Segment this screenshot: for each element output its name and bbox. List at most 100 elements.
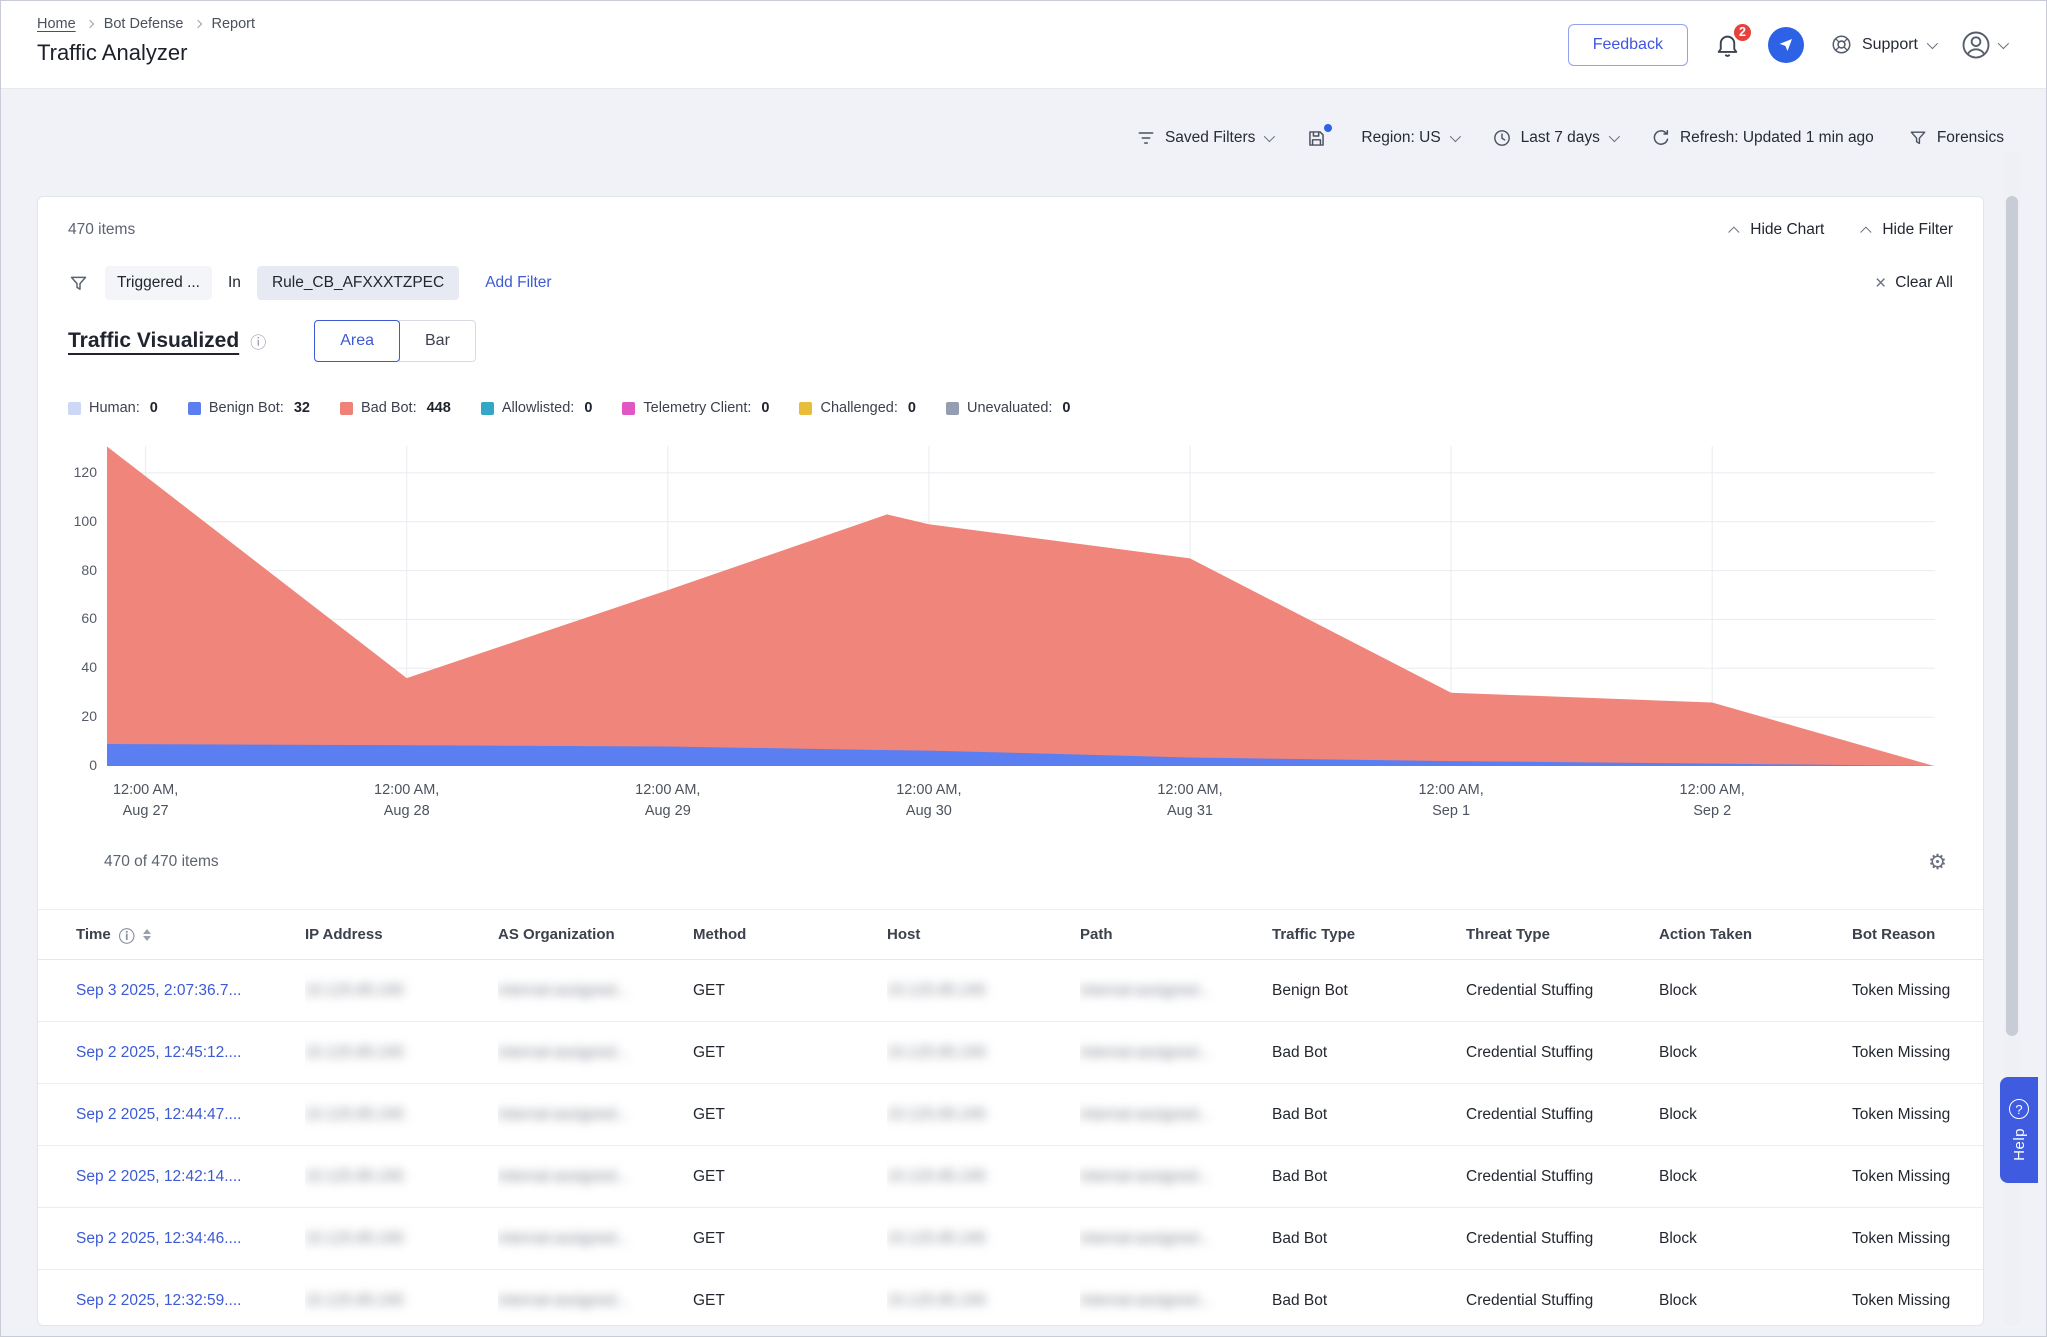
- support-icon: [1830, 33, 1853, 56]
- cell-ip: 10.125.85.245: [305, 1208, 498, 1270]
- ip-value: 10.125.85.245: [305, 1230, 404, 1247]
- time-value[interactable]: Sep 3 2025, 2:07:36.7...: [76, 982, 241, 999]
- info-icon[interactable]: ⓘ: [119, 923, 135, 947]
- cell-traffic_type: Bad Bot: [1272, 1270, 1466, 1327]
- column-label: IP Address: [305, 926, 383, 943]
- column-header-time[interactable]: Timeⓘ: [38, 910, 305, 960]
- forensics-button[interactable]: Forensics: [1908, 128, 2004, 148]
- cell-ip: 10.125.85.245: [305, 1270, 498, 1327]
- region-selector[interactable]: Region: US: [1361, 129, 1457, 147]
- cell-action_taken: Block: [1659, 1022, 1852, 1084]
- legend-item[interactable]: Unevaluated: 0: [946, 400, 1071, 416]
- column-header-path: Path: [1080, 910, 1272, 960]
- cell-path: internal-assigned...: [1080, 1022, 1272, 1084]
- cell-bot_reason: Token Missing: [1852, 960, 1983, 1022]
- scrollbar-thumb[interactable]: [2006, 196, 2018, 1036]
- legend-count: 0: [908, 400, 916, 416]
- add-filter-link[interactable]: Add Filter: [485, 274, 551, 292]
- filter-field-chip[interactable]: Triggered ...: [105, 266, 212, 300]
- info-icon[interactable]: ⓘ: [250, 329, 266, 353]
- legend-item[interactable]: Challenged: 0: [799, 400, 915, 416]
- cell-traffic_type: Benign Bot: [1272, 960, 1466, 1022]
- action_taken-value: Block: [1659, 1044, 1697, 1061]
- header-right: Feedback 2 Support: [1568, 1, 2006, 88]
- method-value: GET: [693, 1292, 725, 1309]
- hide-filter-button[interactable]: Hide Filter: [1864, 221, 1953, 239]
- chart-plot[interactable]: [107, 446, 1935, 766]
- legend-item[interactable]: Allowlisted: 0: [481, 400, 593, 416]
- threat_type-value: Credential Stuffing: [1466, 1044, 1593, 1061]
- x-axis-label: 12:00 AM, Aug 28: [322, 780, 492, 822]
- region-label: Region: US: [1361, 129, 1440, 147]
- refresh-label: Refresh: Updated 1 min ago: [1680, 129, 1874, 147]
- legend-item[interactable]: Bad Bot: 448: [340, 400, 451, 416]
- threat_type-value: Credential Stuffing: [1466, 1106, 1593, 1123]
- support-menu[interactable]: Support: [1830, 33, 1935, 56]
- feedback-button[interactable]: Feedback: [1568, 24, 1688, 66]
- table-row: Sep 2 2025, 12:34:46.... 10.125.85.245 int…: [38, 1208, 1983, 1270]
- time-range-label: Last 7 days: [1521, 129, 1600, 147]
- cell-method: GET: [693, 960, 887, 1022]
- help-tab[interactable]: ? Help: [2000, 1077, 2038, 1183]
- time-value[interactable]: Sep 2 2025, 12:44:47....: [76, 1106, 241, 1123]
- legend-item[interactable]: Telemetry Client: 0: [622, 400, 769, 416]
- legend-swatch: [799, 402, 812, 415]
- view-toggle-area-button[interactable]: Area: [314, 320, 400, 362]
- refresh-button[interactable]: Refresh: Updated 1 min ago: [1651, 128, 1874, 148]
- cell-threat_type: Credential Stuffing: [1466, 1270, 1659, 1327]
- saved-filters-button[interactable]: Saved Filters: [1136, 128, 1272, 148]
- cell-as_org: internal-assigned...: [498, 960, 693, 1022]
- sort-arrows-icon[interactable]: [143, 929, 151, 941]
- cell-action_taken: Block: [1659, 1084, 1852, 1146]
- cell-action_taken: Block: [1659, 1146, 1852, 1208]
- time-value[interactable]: Sep 2 2025, 12:32:59....: [76, 1292, 241, 1309]
- view-toggle-bar-button[interactable]: Bar: [399, 320, 476, 362]
- legend-item[interactable]: Benign Bot: 32: [188, 400, 310, 416]
- cell-bot_reason: Token Missing: [1852, 1084, 1983, 1146]
- action_taken-value: Block: [1659, 1292, 1697, 1309]
- method-value: GET: [693, 1230, 725, 1247]
- help-question-icon: ?: [2009, 1099, 2029, 1119]
- chevron-down-icon: [1264, 131, 1275, 142]
- breadcrumb-home-link[interactable]: Home: [37, 16, 76, 32]
- top-header: Home Bot Defense Report Traffic Analyzer…: [1, 1, 2046, 89]
- breadcrumb-bot-defense-link[interactable]: Bot Defense: [104, 16, 184, 32]
- table-row: Sep 2 2025, 12:42:14....10.125.85.245int…: [38, 1146, 1983, 1208]
- cell-path: internal-assigned...: [1080, 1270, 1272, 1327]
- save-filter-button[interactable]: [1306, 128, 1327, 149]
- time-value[interactable]: Sep 2 2025, 12:34:46....: [76, 1230, 241, 1247]
- legend-swatch: [622, 402, 635, 415]
- method-value: GET: [693, 982, 725, 999]
- cell-time: Sep 3 2025, 2:07:36.7...: [38, 960, 305, 1022]
- cell-threat_type: Credential Stuffing: [1466, 1022, 1659, 1084]
- cell-traffic_type: Bad Bot: [1272, 1084, 1466, 1146]
- filter-operator-label: In: [228, 274, 241, 292]
- table-settings-gear-icon[interactable]: ⚙: [1928, 852, 1947, 873]
- method-value: GET: [693, 1168, 725, 1185]
- clear-all-label: Clear All: [1895, 274, 1953, 292]
- time-value[interactable]: Sep 2 2025, 12:45:12....: [76, 1044, 241, 1061]
- account-menu[interactable]: [1961, 30, 2006, 60]
- clear-all-button[interactable]: × Clear All: [1875, 274, 1953, 293]
- table-summary-row: 470 of 470 items ⚙: [38, 850, 1983, 874]
- cell-path: internal-assigned...: [1080, 960, 1272, 1022]
- legend-label: Human:: [89, 400, 140, 416]
- legend-item[interactable]: Human: 0: [68, 400, 158, 416]
- host-value: 10.125.85.245: [887, 1168, 986, 1185]
- notifications-button[interactable]: 2: [1714, 31, 1742, 59]
- cell-bot_reason: Token Missing: [1852, 1270, 1983, 1327]
- cell-ip: 10.125.85.245: [305, 960, 498, 1022]
- time-range-selector[interactable]: Last 7 days: [1492, 128, 1617, 148]
- chevron-right-icon: [193, 20, 201, 28]
- filter-value-chip[interactable]: Rule_CB_AFXXXTZPEC: [257, 266, 459, 300]
- cell-host: 10.125.85.245: [887, 1270, 1080, 1327]
- as_org-value: internal-assigned...: [498, 1230, 629, 1247]
- breadcrumb-report: Report: [212, 16, 256, 32]
- hide-chart-button[interactable]: Hide Chart: [1732, 221, 1824, 239]
- legend-swatch: [68, 402, 81, 415]
- time-value[interactable]: Sep 2 2025, 12:42:14....: [76, 1168, 241, 1185]
- host-value: 10.125.85.245: [887, 1292, 986, 1309]
- ai-assistant-button[interactable]: [1768, 27, 1804, 63]
- threat_type-value: Credential Stuffing: [1466, 982, 1593, 999]
- filter-bar: Triggered ... In Rule_CB_AFXXXTZPEC Add …: [38, 263, 1983, 303]
